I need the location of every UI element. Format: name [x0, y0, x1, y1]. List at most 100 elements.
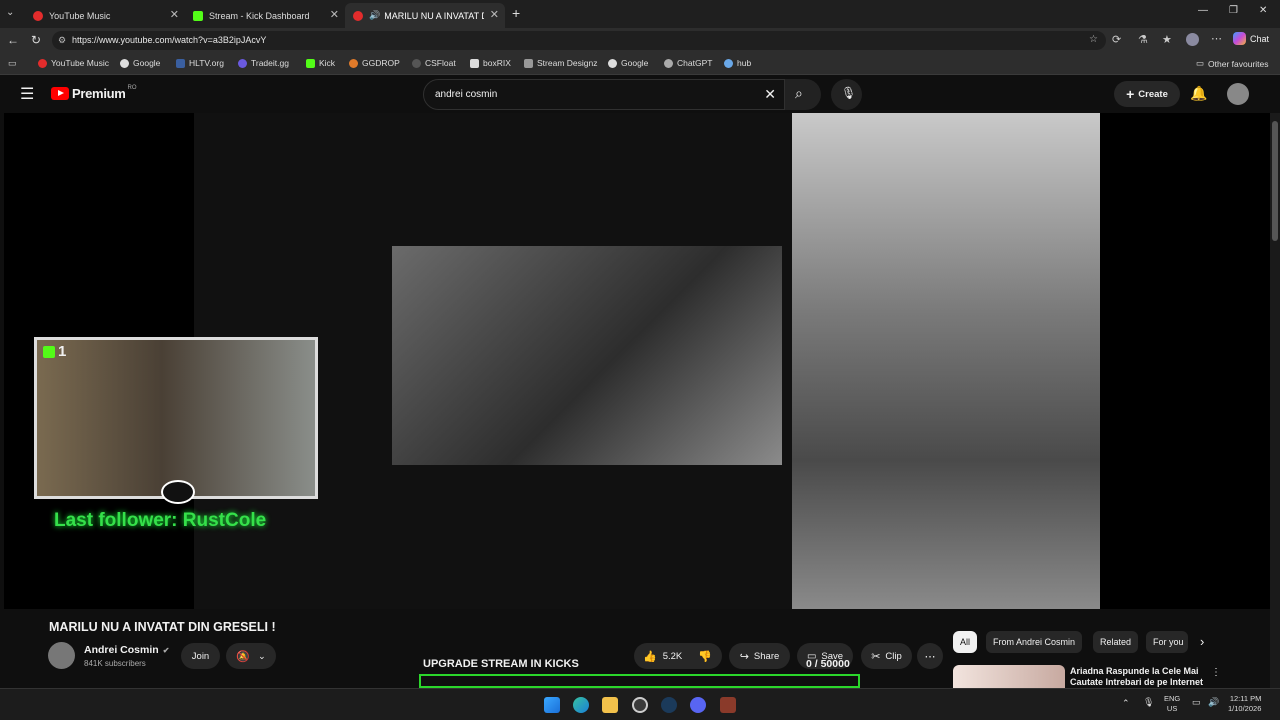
scrollbar[interactable]: [1270, 113, 1280, 688]
obs-icon[interactable]: [632, 697, 648, 713]
extensions-icon[interactable]: ⟳: [1112, 33, 1121, 46]
file-explorer-icon[interactable]: [602, 697, 618, 713]
voice-search-button[interactable]: 🎙: [831, 79, 862, 110]
recommendation-thumbnail[interactable]: [953, 665, 1065, 688]
bookmark-youtube-music[interactable]: YouTube Music: [38, 58, 109, 68]
chip-label: All: [960, 637, 971, 647]
edge-browser-icon[interactable]: [573, 697, 589, 713]
stream-goal-progress-bar: [419, 674, 860, 688]
stream-goal-progress-text: 0 / 50000: [806, 658, 850, 670]
search-icon: ⌕: [795, 85, 803, 101]
bookmark-label: HLTV.org: [189, 58, 224, 68]
favourite-star-icon[interactable]: ☆: [1089, 34, 1098, 45]
clock[interactable]: 12:11 PM 1/10/2026: [1228, 694, 1261, 714]
minimize-icon[interactable]: —: [1198, 5, 1208, 16]
recommendation-more-icon[interactable]: ⋮: [1211, 667, 1221, 678]
copilot-chat-button[interactable]: Chat: [1233, 32, 1269, 45]
bookmarks-bar: ▭ YouTube Music Google HLTV.org Tradeit.…: [0, 53, 1280, 75]
more-actions-button[interactable]: ⋯: [917, 643, 943, 669]
thumbs-down-icon[interactable]: 👎: [698, 650, 712, 663]
youtube-premium-logo[interactable]: Premium RO: [51, 85, 137, 101]
subscriber-count: 841K subscribers: [84, 659, 146, 668]
bookmark-ggdrop[interactable]: GGDROP: [349, 58, 400, 68]
bookmark-tradeit[interactable]: Tradeit.gg: [238, 58, 289, 68]
chip-for-you[interactable]: For you: [1146, 631, 1188, 653]
bookmark-csfloat[interactable]: CSFloat: [412, 58, 456, 68]
site-info-icon[interactable]: ⚙: [58, 35, 66, 46]
join-label: Join: [191, 650, 210, 662]
recommendation-title[interactable]: Ariadna Raspunde la Cele Mai Cautate Int…: [1070, 666, 1208, 688]
bookmark-stream-designz[interactable]: Stream Designz: [524, 58, 597, 68]
discord-icon[interactable]: [690, 697, 706, 713]
channel-name[interactable]: Andrei Cosmin ✔: [84, 644, 169, 656]
network-icon[interactable]: ▭: [1192, 697, 1201, 708]
profile-icon[interactable]: [1186, 33, 1199, 46]
clear-search-icon[interactable]: ✕: [764, 86, 776, 103]
search-button[interactable]: ⌕: [785, 79, 821, 110]
chat-label: Chat: [1250, 33, 1270, 44]
chip-all[interactable]: All: [953, 631, 978, 653]
channel-avatar[interactable]: [48, 642, 75, 669]
scissors-icon: ✂: [871, 650, 881, 663]
app-icon[interactable]: [720, 697, 736, 713]
notifications-bell-icon[interactable]: 🔔: [1190, 85, 1207, 102]
bookmark-kick[interactable]: Kick: [306, 58, 335, 68]
browser-tab-bar: ⌄ YouTube Music ✕ Stream - Kick Dashboar…: [0, 0, 1280, 28]
close-tab-icon[interactable]: ✕: [170, 8, 179, 21]
steam-icon[interactable]: [661, 697, 677, 713]
tab-current-video[interactable]: 🔊 MARILU NU A INVATAT DIN G ✕: [345, 3, 505, 28]
bookmark-google-2[interactable]: Google: [608, 58, 648, 68]
reading-view-icon[interactable]: ▭: [8, 58, 17, 69]
chip-related[interactable]: Related: [1093, 631, 1139, 653]
show-hidden-icons-icon[interactable]: ⌃: [1122, 698, 1130, 709]
bookmark-hltv[interactable]: HLTV.org: [176, 58, 224, 68]
favourites-icon[interactable]: ★: [1162, 33, 1172, 46]
hamburger-menu-icon[interactable]: ☰: [20, 84, 34, 104]
bookmark-label: Google: [621, 58, 649, 68]
close-window-icon[interactable]: ✕: [1259, 5, 1267, 16]
create-button[interactable]: + Create: [1114, 81, 1180, 107]
thumbs-up-icon: 👍: [643, 650, 657, 663]
search-input[interactable]: andrei cosmin ✕: [423, 79, 785, 110]
language-indicator[interactable]: ENG US: [1164, 694, 1180, 714]
bookmark-google[interactable]: Google: [120, 58, 160, 68]
tab-actions-icon[interactable]: ⌄: [6, 7, 14, 18]
url-field[interactable]: ⚙ https://www.youtube.com/watch?v=a3B2ip…: [52, 31, 1106, 50]
kick-viewer-badge: 1: [43, 343, 66, 360]
windows-start-icon[interactable]: [544, 697, 560, 713]
share-button[interactable]: ↪ Share: [729, 643, 790, 669]
reload-icon[interactable]: ↻: [31, 33, 41, 47]
join-button[interactable]: Join: [181, 643, 220, 669]
new-tab-icon[interactable]: +: [512, 5, 520, 21]
chip-from-channel[interactable]: From Andrei Cosmin: [986, 631, 1083, 653]
bookmark-hub[interactable]: hub: [724, 58, 751, 68]
tab-kick-dashboard[interactable]: Stream - Kick Dashboard ✕: [185, 3, 345, 28]
youtube-header: ☰ Premium RO andrei cosmin ✕ ⌕ 🎙 + Creat…: [0, 75, 1270, 113]
chevron-right-icon[interactable]: ›: [1200, 634, 1204, 649]
tab-label: YouTube Music: [49, 10, 111, 21]
audio-playing-icon[interactable]: 🔊: [369, 10, 380, 21]
bell-off-icon: 🔕: [236, 650, 251, 663]
account-avatar[interactable]: [1227, 83, 1249, 105]
video-player[interactable]: 1 Last follower: RustCole: [4, 113, 1270, 609]
back-icon[interactable]: ←: [7, 33, 19, 47]
bookmark-boxrix[interactable]: boxRIX: [470, 58, 511, 68]
video-title: MARILU NU A INVATAT DIN GRESELI !: [49, 620, 276, 634]
like-dislike-button[interactable]: 👍 5.2K 👎: [634, 643, 722, 669]
clip-label: Clip: [885, 650, 902, 662]
tab-youtube-music[interactable]: YouTube Music ✕: [25, 3, 185, 28]
subscribed-notifications-button[interactable]: 🔕 ⌄: [226, 643, 276, 669]
stream-goal-label: UPGRADE STREAM IN KICKS: [423, 658, 579, 670]
other-favourites[interactable]: ▭ Other favourites: [1196, 58, 1269, 69]
bookmark-chatgpt[interactable]: ChatGPT: [664, 58, 712, 68]
stream-designz-icon: [524, 58, 533, 68]
close-tab-icon[interactable]: ✕: [490, 8, 499, 21]
volume-icon[interactable]: 🔊: [1208, 697, 1219, 708]
clip-button[interactable]: ✂ Clip: [861, 643, 912, 669]
microphone-tray-icon[interactable]: 🎙: [1143, 697, 1154, 708]
close-tab-icon[interactable]: ✕: [330, 8, 339, 21]
chip-label: For you: [1153, 637, 1184, 647]
extension-icon[interactable]: ⚗: [1138, 33, 1148, 46]
more-menu-icon[interactable]: ⋯: [1211, 32, 1222, 45]
maximize-icon[interactable]: ❐: [1229, 5, 1238, 16]
